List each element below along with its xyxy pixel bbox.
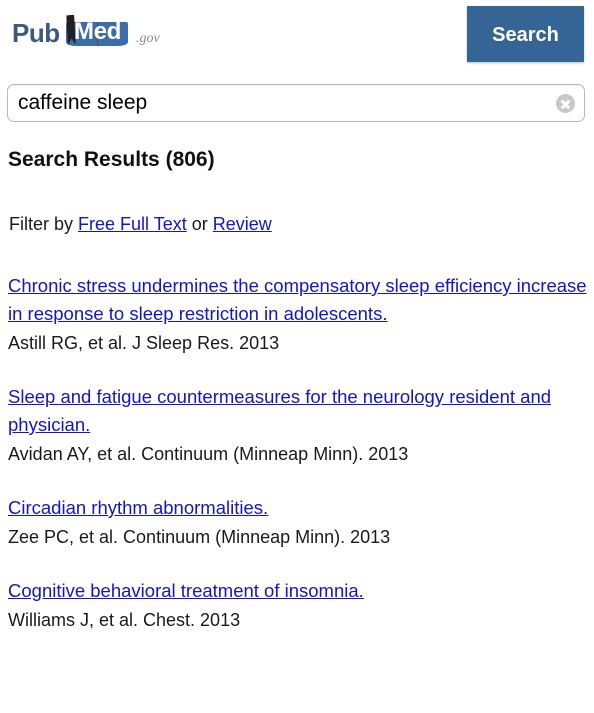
list-item: Cognitive behavioral treatment of insomn…	[8, 577, 588, 634]
filter-link-free-full-text[interactable]: Free Full Text	[78, 214, 187, 234]
filter-prefix-label: Filter by	[9, 214, 74, 234]
list-item: Circadian rhythm abnormalities. Zee PC, …	[8, 494, 588, 551]
filter-conjunction-label: or	[191, 214, 208, 234]
search-input[interactable]	[7, 84, 585, 122]
result-citation: Williams J, et al. Chest. 2013	[8, 610, 241, 630]
pubmed-logo[interactable]: Pub Med .gov	[12, 14, 182, 50]
search-button[interactable]: Search	[467, 6, 584, 62]
list-item: Sleep and fatigue countermeasures for th…	[8, 383, 588, 468]
results-heading: Search Results (806)	[8, 148, 215, 171]
list-item: Chronic stress undermines the compensato…	[8, 272, 588, 357]
logo-text-med: Med	[74, 18, 122, 45]
results-list: Chronic stress undermines the compensato…	[8, 272, 588, 660]
filter-link-review[interactable]: Review	[213, 214, 272, 234]
page-header: Pub Med .gov Search	[0, 0, 594, 70]
result-citation: Zee PC, et al. Continuum (Minneap Minn).…	[8, 527, 391, 547]
logo-text-gov: .gov	[136, 31, 160, 46]
filter-bar: Filter by Free Full Text or Review	[9, 214, 272, 235]
result-title-link[interactable]: Cognitive behavioral treatment of insomn…	[8, 580, 364, 601]
clear-search-icon[interactable]	[556, 94, 575, 113]
result-title-link[interactable]: Chronic stress undermines the compensato…	[8, 275, 587, 324]
search-field-wrapper	[7, 84, 585, 122]
result-title-link[interactable]: Circadian rhythm abnormalities.	[8, 497, 268, 518]
result-citation: Avidan AY, et al. Continuum (Minneap Min…	[8, 444, 409, 464]
result-citation: Astill RG, et al. J Sleep Res. 2013	[8, 333, 280, 353]
logo-text-pub: Pub	[12, 18, 60, 48]
result-title-link[interactable]: Sleep and fatigue countermeasures for th…	[8, 386, 551, 435]
